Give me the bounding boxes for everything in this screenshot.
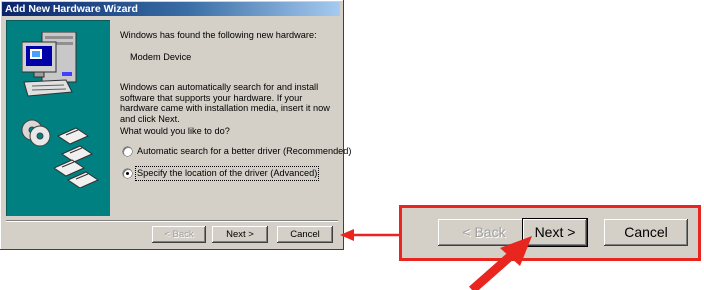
pointer-arrow-icon [469,236,532,290]
left-arrow-icon [340,229,399,241]
annotation-layer [340,229,532,290]
